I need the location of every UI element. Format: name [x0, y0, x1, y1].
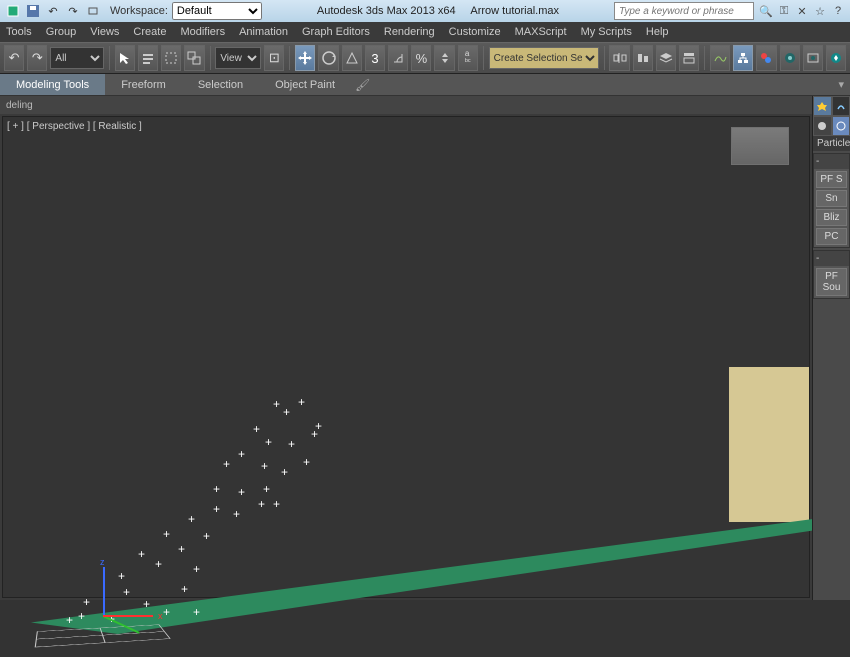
ribbon-collapse-icon[interactable]: ▾: [832, 78, 850, 91]
viewport-perspective[interactable]: [ + ] [ Perspective ] [ Realistic ] + + …: [2, 116, 810, 598]
tab-object-paint[interactable]: Object Paint: [259, 74, 351, 95]
quick-access-toolbar: ↶ ↷: [0, 2, 106, 20]
viewcube[interactable]: [731, 127, 789, 165]
rollout-header[interactable]: -: [814, 154, 849, 169]
select-move-icon[interactable]: [295, 45, 315, 71]
viewport-label[interactable]: [ + ] [ Perspective ] [ Realistic ]: [7, 121, 142, 132]
select-object-icon[interactable]: [115, 45, 135, 71]
main-toolbar: ↶ ↷ All View ⊡ 3 % aᵇᶜ Create Selection …: [0, 42, 850, 74]
shapes-tab-icon[interactable]: [832, 116, 850, 136]
named-selection-set[interactable]: Create Selection Se: [489, 47, 599, 69]
name-rollout: - PF Sou: [813, 250, 850, 299]
window-title: Autodesk 3ds Max 2013 x64 Arrow tutorial…: [262, 5, 614, 17]
workspace-select[interactable]: Default: [172, 2, 262, 20]
tab-freeform[interactable]: Freeform: [105, 74, 182, 95]
infocenter-icons: 🔍 ⚿ ✕ ☆ ?: [754, 3, 850, 19]
align-icon[interactable]: [633, 45, 653, 71]
menu-myscripts[interactable]: My Scripts: [581, 26, 632, 38]
workspace-label: Workspace:: [106, 5, 172, 17]
menu-modifiers[interactable]: Modifiers: [180, 26, 225, 38]
favorite-icon[interactable]: ☆: [812, 3, 828, 19]
menu-group[interactable]: Group: [46, 26, 77, 38]
tab-modify-icon[interactable]: [832, 96, 850, 116]
ref-coord-system[interactable]: View: [215, 47, 261, 69]
snap-angle-icon[interactable]: [388, 45, 408, 71]
select-by-name-icon[interactable]: [138, 45, 158, 71]
axis-constraint-3[interactable]: 3: [365, 45, 385, 71]
object-type-rollout: - PF S Sn Bliz PC: [813, 153, 850, 248]
layer-manager-icon[interactable]: [656, 45, 676, 71]
search-icon[interactable]: 🔍: [758, 3, 774, 19]
menu-grapheditors[interactable]: Graph Editors: [302, 26, 370, 38]
rollout-header-2[interactable]: -: [814, 251, 849, 266]
menu-animation[interactable]: Animation: [239, 26, 288, 38]
select-region-icon[interactable]: [161, 45, 181, 71]
redo-button[interactable]: ↷: [27, 45, 47, 71]
exchange-icon[interactable]: ✕: [794, 3, 810, 19]
btn-snow[interactable]: Sn: [816, 190, 847, 207]
mirror-icon[interactable]: [609, 45, 629, 71]
modeling-ribbon: Modeling Tools Freeform Selection Object…: [0, 74, 850, 96]
use-center-icon[interactable]: ⊡: [264, 45, 284, 71]
help-icon[interactable]: ?: [830, 3, 846, 19]
select-rotate-icon[interactable]: [318, 45, 338, 71]
render-frame-icon[interactable]: [803, 45, 823, 71]
render-icon[interactable]: [826, 45, 846, 71]
transform-gizmo[interactable]: z x: [73, 557, 173, 657]
menu-help[interactable]: Help: [646, 26, 669, 38]
key-icon[interactable]: ⚿: [776, 3, 792, 19]
document-name: Arrow tutorial.max: [470, 5, 559, 17]
undo-button[interactable]: ↶: [4, 45, 24, 71]
menu-customize[interactable]: Customize: [449, 26, 501, 38]
curve-editor-icon[interactable]: [710, 45, 730, 71]
menu-create[interactable]: Create: [133, 26, 166, 38]
render-setup-icon[interactable]: [780, 45, 800, 71]
undo-icon[interactable]: ↶: [44, 2, 62, 20]
viewport[interactable]: [ + ] [ Perspective ] [ Realistic ] + + …: [0, 114, 812, 600]
app-menu-button[interactable]: [4, 2, 22, 20]
command-panel-tabs: [813, 96, 850, 116]
btn-pf-source-2[interactable]: PF Sou: [816, 268, 847, 296]
save-icon[interactable]: [24, 2, 42, 20]
select-scale-icon[interactable]: [342, 45, 362, 71]
paint-brush-icon[interactable]: 🖌: [355, 78, 370, 92]
ribbon-sub-label: deling: [6, 100, 33, 111]
menu-views[interactable]: Views: [90, 26, 119, 38]
window-crossing-icon[interactable]: [184, 45, 204, 71]
menu-rendering[interactable]: Rendering: [384, 26, 435, 38]
snap-percent-icon[interactable]: %: [411, 45, 431, 71]
ribbon-toggle-icon[interactable]: [679, 45, 699, 71]
btn-blizzard[interactable]: Bliz: [816, 209, 847, 226]
help-search-input[interactable]: [614, 2, 754, 20]
app-name: Autodesk 3ds Max 2013 x64: [317, 5, 456, 17]
menu-bar: Tools Group Views Create Modifiers Anima…: [0, 22, 850, 42]
btn-pf-source[interactable]: PF S: [816, 171, 847, 188]
command-panel: Particle - PF S Sn Bliz PC - PF Sou: [812, 96, 850, 600]
menu-tools[interactable]: Tools: [6, 26, 32, 38]
ribbon-subpanel: deling: [0, 96, 850, 114]
title-bar: ↶ ↷ Workspace: Default Autodesk 3ds Max …: [0, 0, 850, 22]
tab-create-icon[interactable]: [813, 96, 832, 116]
geometry-tab-icon[interactable]: [813, 116, 832, 136]
abc-label-icon[interactable]: aᵇᶜ: [458, 45, 478, 71]
menu-maxscript[interactable]: MAXScript: [515, 26, 567, 38]
category-dropdown[interactable]: Particle: [813, 136, 850, 151]
spinner-snap-icon[interactable]: [434, 45, 454, 71]
axis-x-label: x: [158, 611, 163, 621]
redo-icon[interactable]: ↷: [64, 2, 82, 20]
create-category-tabs: [813, 116, 850, 136]
link-icon[interactable]: [84, 2, 102, 20]
tab-modeling-tools[interactable]: Modeling Tools: [0, 74, 105, 95]
btn-pcloud[interactable]: PC: [816, 228, 847, 245]
axis-z-label: z: [100, 557, 105, 567]
tab-selection[interactable]: Selection: [182, 74, 259, 95]
scene-wall-geometry: [729, 367, 809, 522]
schematic-view-icon[interactable]: [733, 45, 753, 71]
material-editor-icon[interactable]: [756, 45, 776, 71]
selection-filter[interactable]: All: [50, 47, 104, 69]
